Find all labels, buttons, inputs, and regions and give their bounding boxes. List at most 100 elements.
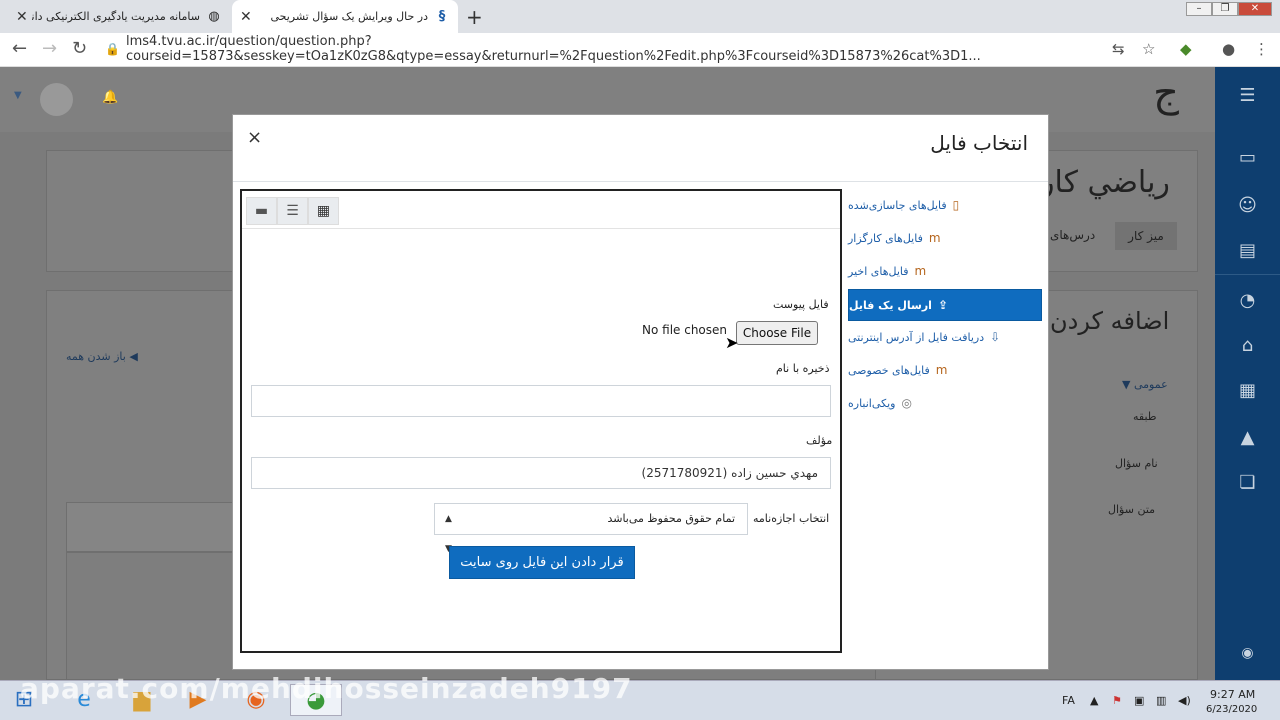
license-select[interactable]: تمام حقوق محفوظ می‌باشد ▲▼ <box>434 503 748 554</box>
breadcrumb-courses[interactable]: درس‌های <box>1050 228 1095 242</box>
browser-tab-edit-question[interactable]: § در حال ویرایش یک سؤال تشریحی ✕ <box>232 0 458 33</box>
dialog-header-divider <box>233 181 1048 182</box>
dashboard-icon[interactable]: ◔ <box>1215 290 1280 311</box>
moodle-icon: m <box>914 264 927 278</box>
expand-all-label: باز شدن همه <box>66 350 126 363</box>
breadcrumb-dashboard[interactable]: ميز كار <box>1115 222 1177 250</box>
section-general[interactable]: عمومی ▼ <box>1122 378 1168 391</box>
volume-icon[interactable]: ◀) <box>1178 694 1191 707</box>
window-close-button[interactable]: ✕ <box>1238 2 1272 16</box>
repo-url-downloader[interactable]: ⇩ دریافت فایل از آدرس اینترنتی <box>848 323 1042 351</box>
avatar[interactable] <box>40 83 73 116</box>
dialog-title: انتخاب فایل <box>930 131 1028 155</box>
expand-all-link[interactable]: ◀ باز شدن همه <box>66 350 138 363</box>
bell-icon[interactable]: 🔔 <box>102 90 118 105</box>
repo-embedded-files[interactable]: ▯ فایل‌های جاسازی‌شده <box>848 191 1042 219</box>
clock-time[interactable]: 9:27 AM <box>1210 688 1255 701</box>
calendar-icon[interactable]: ▦ <box>1215 380 1280 401</box>
grid-view-icon[interactable]: ▦ <box>308 197 339 225</box>
repo-server-files[interactable]: m فایل‌های کارگزار <box>848 224 1042 252</box>
tab-title: در حال ویرایش یک سؤال تشریحی <box>270 10 428 23</box>
tab-title: سامانه مدیریت یادگیری الکترنیکی دانشگاه … <box>31 10 200 23</box>
tray-arrow-icon[interactable]: ▲ <box>1090 694 1098 707</box>
display-icon[interactable]: ▣ <box>1134 694 1144 707</box>
no-file-text: No file chosen <box>642 323 728 337</box>
view-toolbar: ▬ ☰ ▦ <box>242 191 840 229</box>
repo-label: ویکی‌انباره <box>848 396 896 410</box>
upload-file-button[interactable]: قرار دادن این فایل روی سایت <box>449 546 635 579</box>
field-label-question-text: متن سؤال <box>1108 503 1156 516</box>
course-title: رياضي كار <box>1040 165 1170 200</box>
attachment-label: فایل پیوست <box>773 298 829 311</box>
repo-private-files[interactable]: m فایل‌های خصوصی <box>848 356 1042 384</box>
security-flag-icon[interactable]: ⚑ <box>1112 694 1122 707</box>
graduation-cap-icon[interactable]: ▲ <box>1215 427 1280 448</box>
drawer-divider <box>1215 274 1280 275</box>
back-arrow-icon[interactable]: ← <box>12 38 27 59</box>
close-tab-icon[interactable]: ✕ <box>16 9 28 25</box>
home-icon[interactable]: ⌂ <box>1215 335 1280 356</box>
moodle-icon: m <box>928 231 941 245</box>
address-bar[interactable]: 🔒 lms4.tvu.ac.ir/question/question.php?c… <box>105 34 1135 64</box>
page-heading: اضافه کردن <box>1050 307 1170 335</box>
chevron-left-icon: ◀ <box>125 350 138 363</box>
license-label: انتخاب اجازه‌نامه <box>753 512 830 525</box>
choose-file-button[interactable]: Choose File <box>736 321 818 345</box>
repo-wikimedia[interactable]: ◎ ویکی‌انباره <box>848 389 1042 417</box>
mouse-cursor-icon: ➤ <box>725 333 739 352</box>
upload-icon: ⇪ <box>937 298 948 312</box>
close-icon[interactable]: × <box>247 127 262 148</box>
moodle-icon: m <box>935 363 948 377</box>
document-icon: ▯ <box>952 198 960 212</box>
hamburger-icon[interactable]: ☰ <box>1215 85 1280 106</box>
field-label-question-name: نام سؤال <box>1115 457 1158 470</box>
caret-down-icon: ▼ <box>1122 378 1131 391</box>
menu-dots-icon[interactable]: ⋮ <box>1254 40 1269 58</box>
minimize-button[interactable]: – <box>1186 2 1212 16</box>
browser-tab-lms[interactable]: ◍ سامانه مدیریت یادگیری الکترنیکی دانشگا… <box>8 0 230 33</box>
university-logo: ج <box>1153 70 1179 116</box>
repo-recent-files[interactable]: m فایل‌های اخیر <box>848 257 1042 285</box>
folder-icon[interactable]: ▭ <box>1215 147 1280 168</box>
lock-icon: 🔒 <box>105 42 120 56</box>
file-picker-dialog: انتخاب فایل × ▬ ☰ ▦ فایل پیوست No file c… <box>232 114 1049 670</box>
license-selected-value: تمام حقوق محفوظ می‌باشد <box>607 512 735 525</box>
close-tab-icon[interactable]: ✕ <box>240 9 252 25</box>
author-input[interactable]: مهدي حسين زاده (2571780921) <box>251 457 831 489</box>
language-indicator[interactable]: FA <box>1062 694 1075 707</box>
copy-icon[interactable]: ❏ <box>1215 472 1280 493</box>
field-label-category: طبقه <box>1133 410 1157 423</box>
download-icon: ⇩ <box>990 330 1001 344</box>
repo-label: فایل‌های جاسازی‌شده <box>848 198 947 212</box>
repo-upload-file[interactable]: ⇪ ارسال یک فایل <box>848 289 1042 321</box>
reload-icon[interactable]: ↻ <box>72 38 87 59</box>
watermark-text: aparat.com/mehdihosseinzadeh9197 <box>20 672 633 705</box>
author-label: مؤلف <box>806 434 833 447</box>
extension-icon[interactable]: ◆ <box>1180 40 1192 58</box>
users-icon[interactable]: ☺ <box>1215 195 1280 216</box>
save-as-input[interactable] <box>251 385 831 417</box>
moodle-icon: § <box>438 9 446 24</box>
network-icon[interactable]: ▥ <box>1156 694 1166 707</box>
maximize-button[interactable]: ❐ <box>1212 2 1238 16</box>
accessibility-icon[interactable]: ◉ <box>1215 645 1280 661</box>
wiki-icon: ◎ <box>901 396 912 410</box>
star-icon[interactable]: ☆ <box>1142 40 1155 58</box>
account-icon[interactable]: ● <box>1222 40 1235 58</box>
repo-label: فایل‌های کارگزار <box>848 231 923 245</box>
repo-label: ارسال یک فایل <box>849 298 932 312</box>
list-view-icon[interactable]: ☰ <box>277 197 308 225</box>
new-tab-button[interactable]: + <box>466 5 483 29</box>
repo-label: دریافت فایل از آدرس اینترنتی <box>848 330 985 344</box>
repo-label: فایل‌های خصوصی <box>848 363 930 377</box>
section-general-label: عمومی <box>1133 378 1168 391</box>
forward-arrow-icon[interactable]: → <box>42 38 57 59</box>
save-as-label: ذخیره با نام <box>776 362 830 375</box>
clock-date[interactable]: 6/23/2020 <box>1206 704 1257 715</box>
chevron-down-icon[interactable]: ▼ <box>14 90 22 101</box>
translate-icon[interactable]: ⇆ <box>1112 40 1125 58</box>
book-icon[interactable]: ▤ <box>1215 240 1280 261</box>
url-text: lms4.tvu.ac.ir/question/question.php?cou… <box>125 34 981 64</box>
folder-view-icon[interactable]: ▬ <box>246 197 277 225</box>
file-picker-content: ▬ ☰ ▦ فایل پیوست No file chosen Choose F… <box>240 189 842 653</box>
